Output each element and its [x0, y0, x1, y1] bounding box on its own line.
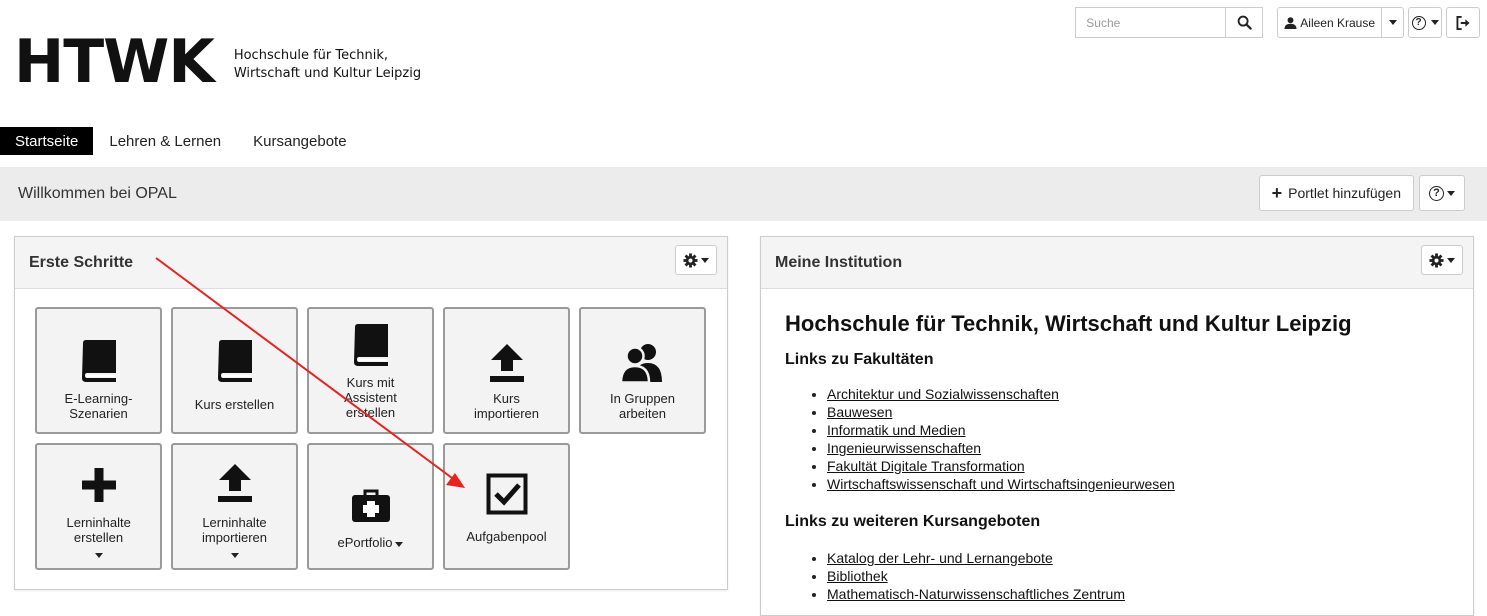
institution-heading: Hochschule für Technik, Wirtschaft und K… [785, 311, 1352, 336]
chevron-down-icon [94, 553, 103, 558]
book-icon [352, 319, 390, 367]
help-icon: ? [1411, 15, 1426, 30]
list-item: Bauwesen [827, 403, 1449, 421]
upload-icon [217, 455, 253, 503]
main-nav: Startseite Lehren & Lernen Kursangebote [0, 127, 363, 155]
logout-button[interactable] [1446, 7, 1480, 38]
tile-label: In Gruppen arbeiten [609, 391, 676, 421]
tile-in-gruppen-arbeiten[interactable]: In Gruppen arbeiten [579, 307, 706, 434]
tile-kurs-erstellen[interactable]: Kurs erstellen [171, 307, 298, 434]
faculty-link[interactable]: Architektur und Sozialwissenschaften [827, 386, 1059, 402]
list-item: Fakultät Digitale Transformation [827, 457, 1449, 475]
chevron-down-icon [1447, 257, 1455, 263]
tile-label: Kurs mit Assistent erstellen [344, 375, 397, 420]
portlet-header: Erste Schritte [15, 237, 727, 289]
chevron-down-icon [701, 257, 709, 263]
book-icon [216, 321, 254, 383]
group-icon [619, 321, 666, 383]
courses-list: Katalog der Lehr- und Lernangebote Bibli… [785, 549, 1449, 603]
checkbox-icon [486, 457, 528, 515]
course-link[interactable]: Katalog der Lehr- und Lernangebote [827, 550, 1053, 566]
faculty-link[interactable]: Ingenieurwissenschaften [827, 440, 981, 456]
tile-label: E-Learning-Szenarien [64, 391, 133, 421]
briefcase-icon [351, 465, 391, 523]
eportfolio-label: ePortfolio [337, 535, 393, 550]
faculty-link[interactable]: Bauwesen [827, 404, 892, 420]
tile-kurs-mit-assistent[interactable]: Kurs mit Assistent erstellen [307, 307, 434, 434]
logo-subtitle-line2: Wirtschaft und Kultur Leipzig [233, 66, 422, 81]
portlet-settings-button[interactable] [675, 245, 717, 275]
search-button[interactable] [1225, 7, 1264, 38]
upload-icon [489, 321, 525, 383]
nav-startseite[interactable]: Startseite [0, 127, 94, 155]
tile-e-learning-szenarien[interactable]: E-Learning-Szenarien [35, 307, 162, 434]
list-item: Mathematisch-Naturwissenschaftliches Zen… [827, 585, 1449, 603]
portlet-title: Erste Schritte [29, 254, 134, 271]
gear-icon [683, 252, 698, 268]
user-menu-button[interactable]: Aileen Krause [1277, 7, 1382, 38]
top-toolbar: Aileen Krause ? [1075, 7, 1480, 38]
tile-label: Lerninhalte importieren [201, 515, 268, 545]
list-item: Ingenieurwissenschaften [827, 439, 1449, 457]
faculties-heading: Links zu Fakultäten [785, 351, 934, 368]
list-item: Wirtschaftswissenschaft und Wirtschaftsi… [827, 475, 1449, 493]
book-icon [80, 321, 118, 383]
course-link[interactable]: Bibliothek [827, 568, 888, 584]
faculty-list: Architektur und Sozialwissenschaften Bau… [785, 385, 1449, 493]
portlet-institution: Meine Institution Hochschule für Technik… [760, 236, 1474, 616]
list-item: Informatik und Medien [827, 421, 1449, 439]
portlet-title: Meine Institution [775, 254, 903, 271]
logo-subtitle-line1: Hochschule für Technik, [233, 48, 389, 63]
user-icon [1284, 16, 1297, 29]
chevron-down-icon [1447, 190, 1455, 196]
courses-heading: Links zu weiteren Kursangeboten [785, 513, 1041, 530]
nav-kursangebote[interactable]: Kursangebote [237, 127, 362, 155]
help-icon: ? [1429, 185, 1444, 201]
chevron-down-icon [230, 553, 239, 558]
faculty-link[interactable]: Wirtschaftswissenschaft und Wirtschaftsi… [827, 476, 1175, 492]
institution-content: Hochschule für Technik, Wirtschaft und K… [761, 289, 1473, 603]
chevron-down-icon [1430, 20, 1439, 25]
chevron-down-icon [1388, 20, 1397, 25]
tile-lerninhalte-importieren[interactable]: Lerninhalte importieren [171, 443, 298, 570]
page-title: Willkommen bei OPAL [18, 185, 177, 202]
tile-label: ePortfolio [334, 535, 408, 550]
list-item: Architektur und Sozialwissenschaften [827, 385, 1449, 403]
faculty-link[interactable]: Informatik und Medien [827, 422, 966, 438]
portlet-settings-button[interactable] [1421, 245, 1463, 275]
plus-icon [81, 455, 117, 503]
tile-lerninhalte-erstellen[interactable]: Lerninhalte erstellen [35, 443, 162, 570]
list-item: Bibliothek [827, 567, 1449, 585]
portlet-header: Meine Institution [761, 237, 1473, 289]
tile-eportfolio[interactable]: ePortfolio [307, 443, 434, 570]
tile-kurs-importieren[interactable]: Kurs importieren [443, 307, 570, 434]
tile-label: Kurs importieren [473, 391, 540, 421]
htwk-logo[interactable]: HTWK Hochschule für Technik, Wirtschaft … [14, 27, 421, 97]
gear-icon [1429, 252, 1444, 268]
logout-icon [1456, 15, 1470, 30]
chevron-down-icon [395, 542, 404, 547]
welcome-bar: Willkommen bei OPAL + Portlet hinzufügen… [0, 167, 1487, 221]
logo-wordmark: HTWK [14, 27, 215, 97]
tile-label: Kurs erstellen [194, 397, 275, 412]
user-dropdown-toggle[interactable] [1382, 7, 1404, 38]
add-portlet-button[interactable]: + Portlet hinzufügen [1258, 175, 1414, 211]
tile-label: Aufgabenpool [466, 529, 547, 544]
tile-label: Lerninhalte erstellen [66, 515, 131, 545]
nav-lehren-lernen[interactable]: Lehren & Lernen [93, 127, 237, 155]
logo-subtitle: Hochschule für Technik, Wirtschaft und K… [234, 47, 421, 83]
page-help-button[interactable]: ? [1419, 175, 1465, 211]
tile-aufgabenpool[interactable]: Aufgabenpool [443, 443, 570, 570]
search-icon [1237, 15, 1252, 30]
plus-icon: + [1271, 183, 1283, 203]
list-item: Katalog der Lehr- und Lernangebote [827, 549, 1449, 567]
search-input[interactable] [1075, 7, 1226, 38]
add-portlet-label: Portlet hinzufügen [1288, 185, 1401, 201]
portlet-first-steps: Erste Schritte E-Learning-Szenarien Kurs… [14, 236, 728, 590]
help-button[interactable]: ? [1408, 7, 1442, 38]
faculty-link[interactable]: Fakultät Digitale Transformation [827, 458, 1025, 474]
user-name: Aileen Krause [1300, 15, 1375, 30]
